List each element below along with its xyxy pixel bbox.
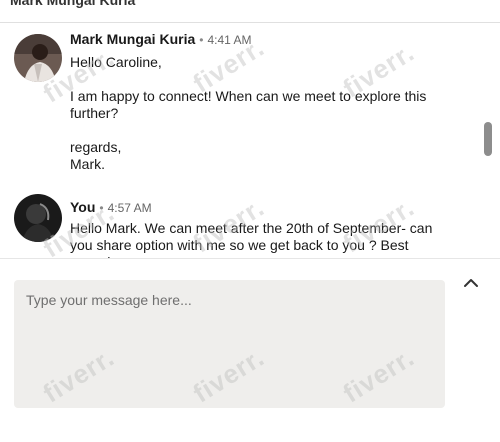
message-body: Hello Mark. We can meet after the 20th o… — [70, 220, 450, 258]
message-body: Hello Caroline, I am happy to connect! W… — [70, 54, 450, 173]
message-composer — [14, 280, 445, 408]
sender-line: Mark Mungai Kuria • 4:41 AM — [70, 31, 251, 47]
scrollbar-thumb[interactable] — [484, 122, 492, 156]
bottom-strip — [0, 420, 500, 442]
message-item: Mark Mungai Kuria • 4:41 AM Hello Caroline… — [0, 22, 480, 182]
message-item: You • 4:57 AM Hello Mark. We can meet afte… — [0, 190, 480, 258]
message-line: Hello Mark. We can meet after the 20th o… — [70, 220, 433, 258]
sender-line: You • 4:57 AM — [70, 199, 152, 215]
conversation-header: Mark Mungai Kuria — [0, 0, 500, 23]
message-line: Hello Caroline, — [70, 54, 162, 70]
message-line: regards, — [70, 139, 122, 155]
bullet-separator: • — [99, 201, 104, 215]
message-line: Mark. — [70, 156, 105, 172]
collapse-button[interactable] — [460, 274, 482, 292]
avatar-mark[interactable] — [14, 34, 62, 82]
message-thread[interactable]: Mark Mungai Kuria • 4:41 AM Hello Caroline… — [0, 22, 480, 258]
conversation-title: Mark Mungai Kuria — [10, 0, 136, 8]
sender-name[interactable]: You — [70, 199, 95, 215]
avatar-photo-icon — [14, 34, 62, 82]
sender-name[interactable]: Mark Mungai Kuria — [70, 31, 195, 47]
message-line — [70, 122, 450, 139]
chevron-up-icon — [464, 279, 478, 287]
avatar-photo-icon — [14, 194, 62, 242]
timestamp: 4:41 AM — [207, 33, 252, 47]
message-line: I am happy to connect! When can we meet … — [70, 88, 427, 121]
divider — [0, 258, 500, 259]
avatar-you[interactable] — [14, 194, 62, 242]
bullet-separator: • — [199, 33, 204, 47]
message-line — [70, 71, 450, 88]
timestamp: 4:57 AM — [107, 201, 152, 215]
message-input[interactable] — [14, 280, 445, 408]
